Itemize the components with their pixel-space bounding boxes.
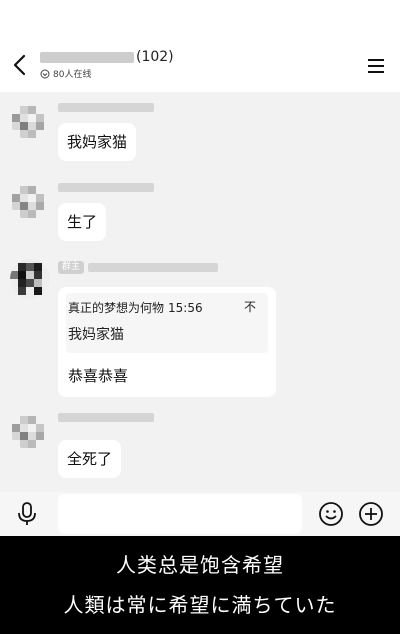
online-count: 80人在线 [53,70,92,80]
member-count: (102) [136,49,174,65]
sender-name-blurred [58,412,154,422]
message-text: 恭喜恭喜 [68,367,129,385]
message-bubble[interactable]: 生了 [58,203,107,241]
plus-circle-icon [359,502,383,526]
owner-badge: 群主 [58,260,85,274]
sender-name-blurred [58,182,154,192]
avatar-image [10,100,50,140]
online-status-icon [40,69,50,78]
message-text: 生了 [67,213,98,231]
avatar[interactable] [10,100,50,140]
message-bubble[interactable]: 全死了 [58,440,122,478]
chat-header: (102) 80人在线 [0,0,400,92]
message-bubble[interactable]: 真正的梦想为何物 15:56 不 我妈家猫 恭喜恭喜 [58,287,276,397]
avatar[interactable] [10,410,50,450]
quote-text: 我妈家猫 [68,327,124,343]
group-name-blurred [40,51,134,63]
online-status: 80人在线 [40,67,91,80]
back-arrow-icon [13,54,26,76]
input-bar [0,492,400,536]
subtitle-chinese: 人类总是饱含希望 [116,553,284,577]
avatar-image [10,410,50,450]
emoji-button[interactable] [318,501,344,527]
avatar-image [10,259,50,299]
message-bubble[interactable]: 我妈家猫 [58,123,137,161]
message-text: 全死了 [67,450,113,468]
avatar[interactable] [10,259,50,299]
back-button[interactable] [8,50,34,80]
message-text: 我妈家猫 [67,133,128,151]
avatar-image [10,180,50,220]
avatar[interactable] [10,180,50,220]
subtitle-overlay: 人类总是饱含希望 人類は常に希望に満ちていた [0,536,400,634]
quote-trailing-text: 不 [244,300,257,314]
more-button[interactable] [358,501,384,527]
subtitle-japanese: 人類は常に希望に満ちていた [63,593,337,617]
microphone-icon [18,502,36,525]
chat-area[interactable]: 我妈家猫 生了 群主 真正的梦想为何物 15:56 不 我妈家猫 恭喜恭喜 全死… [0,92,400,492]
sender-name-blurred [58,102,154,112]
menu-icon [368,59,384,73]
group-title: (102) [40,47,174,67]
sender-line: 群主 [58,260,219,274]
menu-button[interactable] [365,55,387,77]
quote-sender: 真正的梦想为何物 [68,301,165,315]
emoji-icon [319,502,343,526]
quote-time: 15:56 [168,301,203,315]
message-input[interactable] [58,494,302,534]
quote-header: 真正的梦想为何物 15:56 [68,299,203,316]
voice-button[interactable] [16,501,38,527]
